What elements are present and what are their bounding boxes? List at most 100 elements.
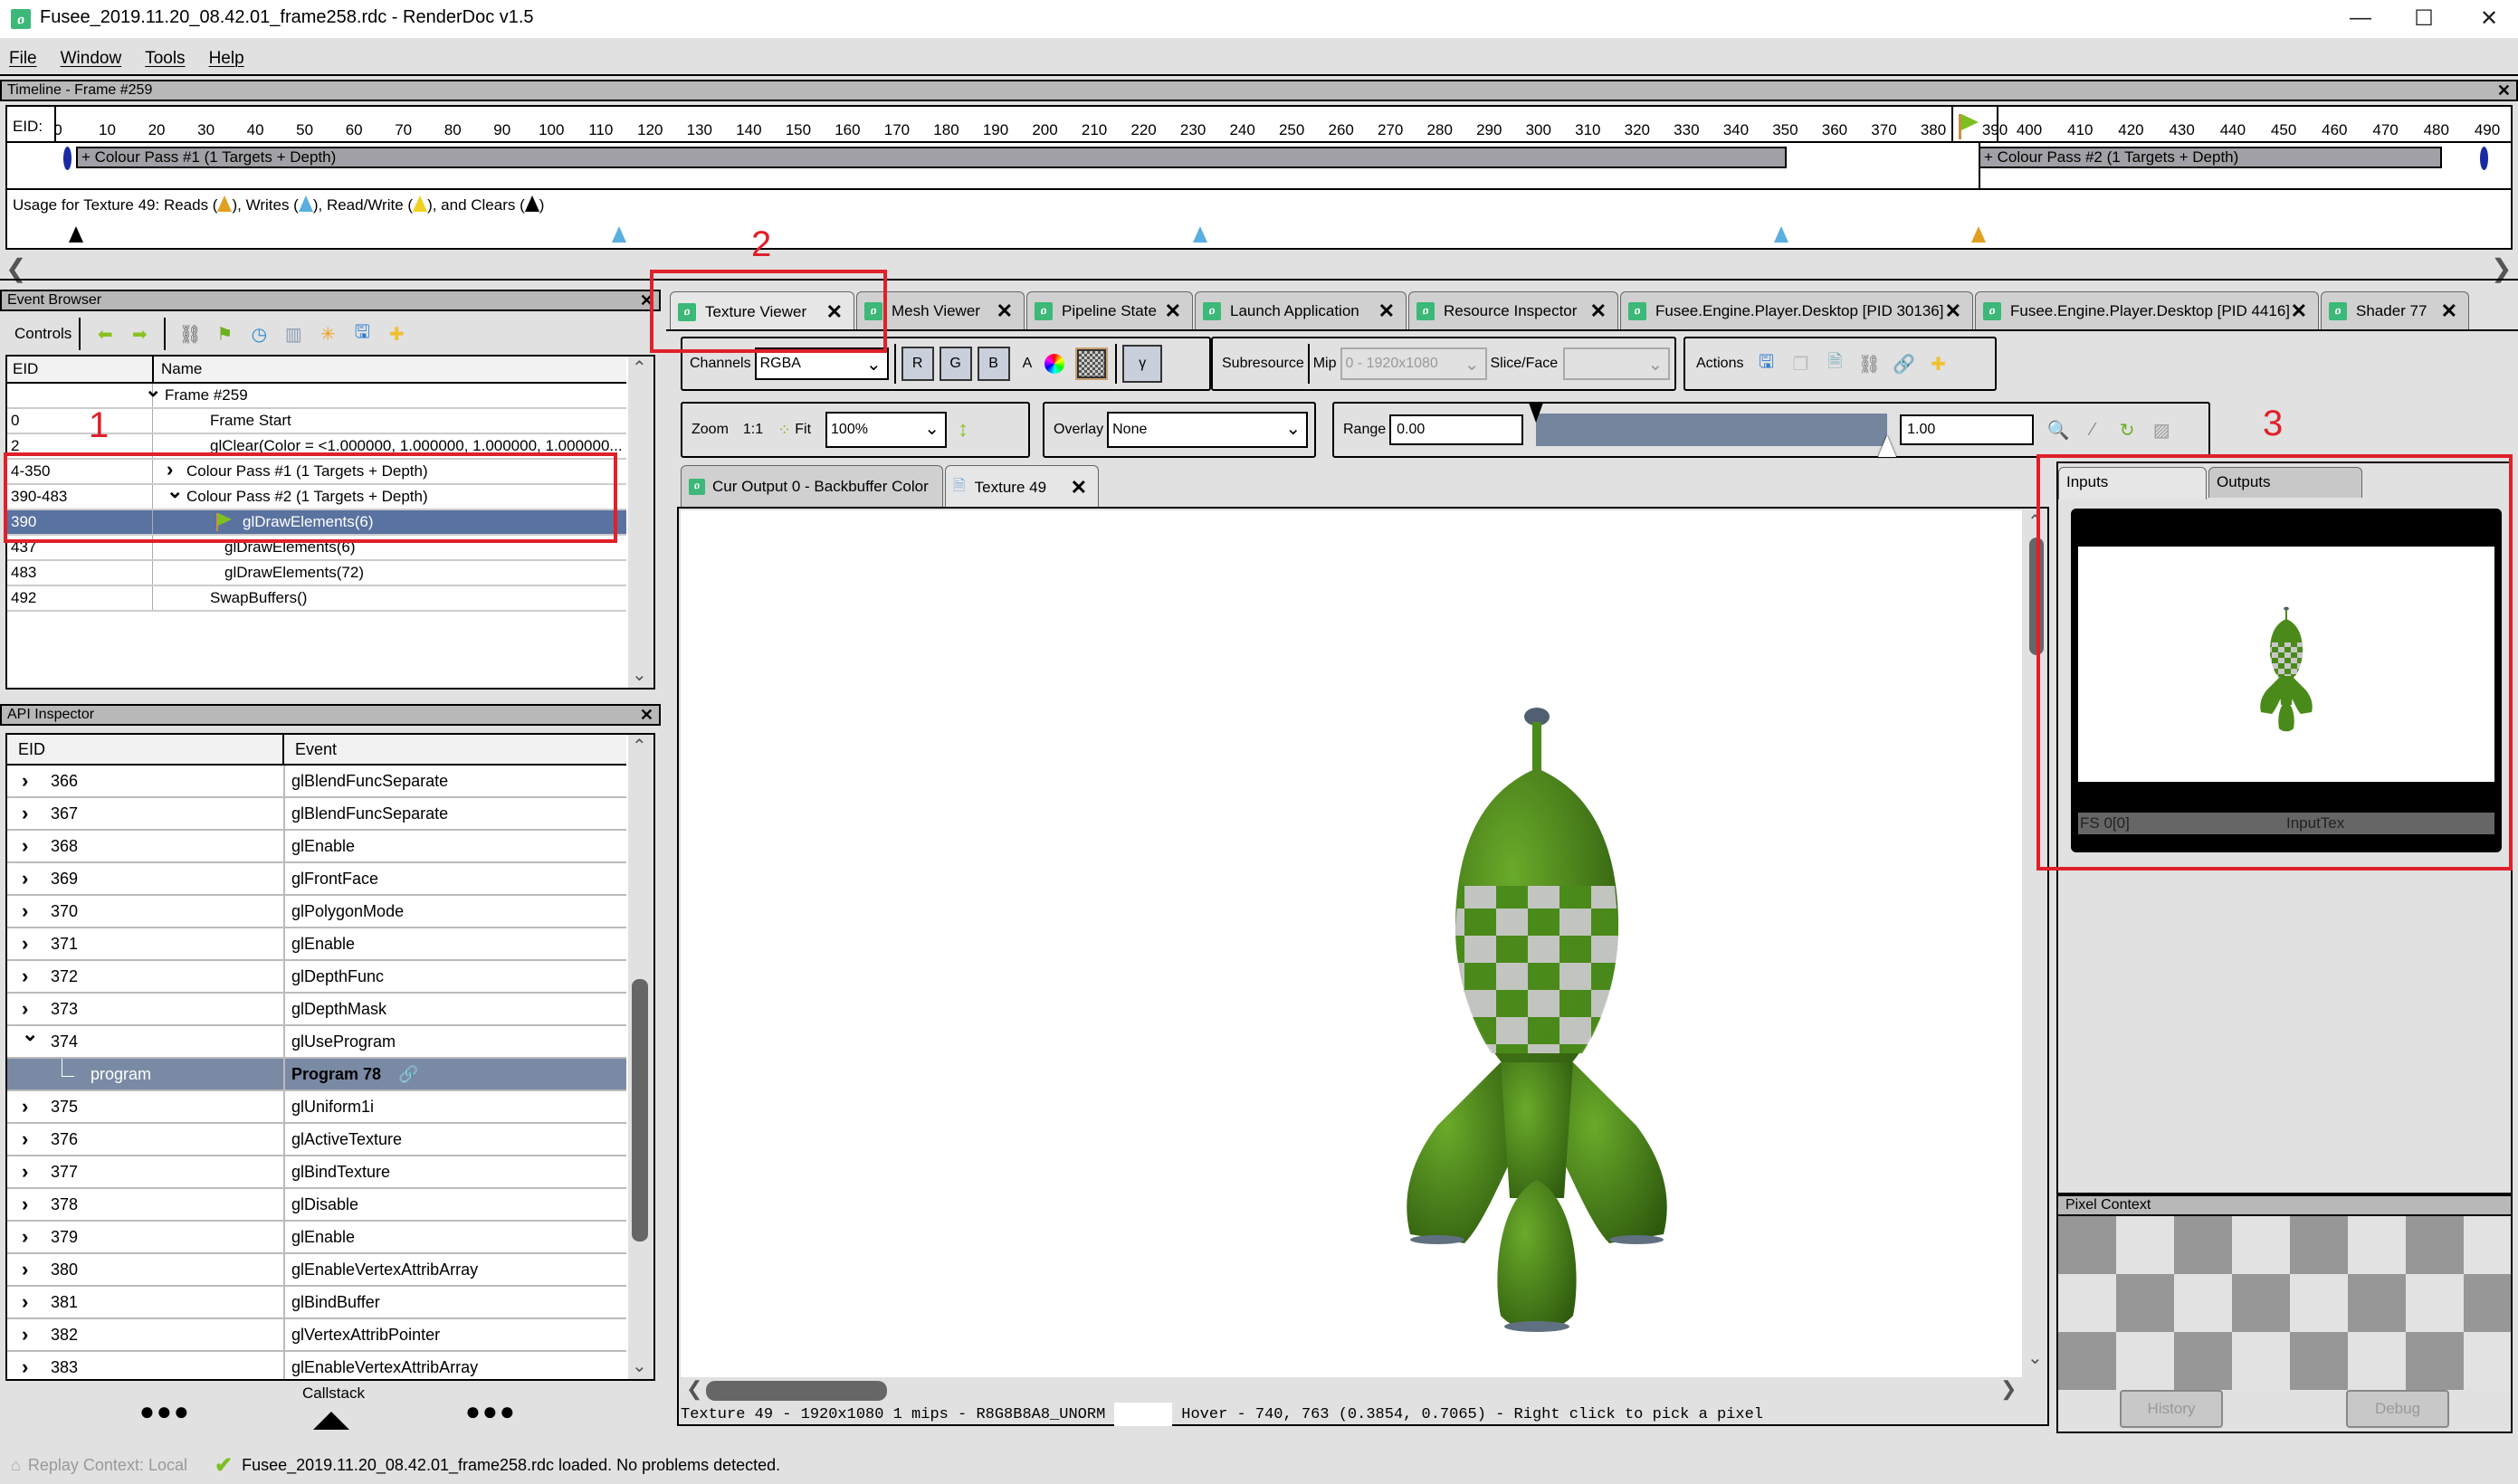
api-call-row[interactable]: › 378 glDisable [7, 1189, 626, 1222]
puzzle-icon[interactable]: ✚ [1926, 352, 1950, 376]
scroll-right-icon[interactable]: ❯ [2000, 1377, 2017, 1401]
pass-bar[interactable]: + Colour Pass #2 (1 Targets + Depth) [1979, 147, 2442, 168]
column-eid[interactable]: EID [18, 735, 45, 764]
checkerboard-toggle-icon[interactable] [1075, 347, 1109, 380]
chevron-right-icon[interactable]: › [22, 1352, 28, 1379]
find-binoculars-icon[interactable]: ⛓ [178, 322, 202, 346]
gamma-toggle[interactable]: γ [1122, 345, 1163, 383]
chevron-right-icon[interactable]: › [22, 766, 28, 796]
resource-link-icon[interactable]: 🔗 [398, 1059, 418, 1089]
chevron-down-icon[interactable]: ⌄ [145, 378, 161, 402]
history-button[interactable]: History [2120, 1390, 2223, 1428]
api-call-row[interactable]: › 376 glActiveTexture [7, 1124, 626, 1156]
event-row-selected[interactable]: 390 glDrawElements(6) [7, 510, 626, 536]
chevron-right-icon[interactable]: › [22, 798, 28, 829]
menu-window[interactable]: Window [61, 49, 122, 69]
tab-resource-inspector[interactable]: ዐ Resource Inspector ✕ [1408, 291, 1618, 329]
channel-r-toggle[interactable]: R [901, 347, 934, 381]
api-call-row[interactable]: › 370 glPolygonMode [7, 896, 626, 928]
usage-marker-write[interactable] [1193, 226, 1207, 243]
texture-hscrollbar[interactable]: ❮ ❯ [681, 1377, 2022, 1403]
tab-pipeline-state[interactable]: ዐ Pipeline State ✕ [1026, 291, 1193, 329]
timing-clock-icon[interactable]: ◷ [247, 322, 271, 346]
chevron-right-icon[interactable]: › [22, 831, 28, 861]
menu-file[interactable]: File [9, 49, 37, 69]
chevron-right-icon[interactable]: › [22, 896, 28, 927]
minimize-button[interactable]: — [2335, 4, 2386, 33]
tab-texture-viewer[interactable]: ዐ Texture Viewer ✕ [670, 291, 854, 331]
range-slider[interactable] [1529, 403, 1897, 457]
tab-cur-output[interactable]: ዐ Cur Output 0 - Backbuffer Color [681, 465, 943, 507]
debug-button[interactable]: Debug [2346, 1390, 2449, 1428]
scrollbar-thumb[interactable] [2029, 537, 2044, 655]
bookmark-flag-icon[interactable]: ⚑ [213, 322, 236, 346]
menu-tools[interactable]: Tools [145, 49, 185, 69]
tab-mesh-viewer[interactable]: ዐ Mesh Viewer ✕ [856, 291, 1025, 329]
api-call-row[interactable]: › 369 glFrontFace [7, 863, 626, 896]
channel-b-toggle[interactable]: B [977, 347, 1010, 381]
chevron-right-icon[interactable]: › [22, 1189, 28, 1220]
tab-fusee-engine-player-desktop-pid-30136[interactable]: ዐ Fusee.Engine.Player.Desktop [PID 30136]… [1620, 291, 1973, 329]
api-call-row[interactable]: › 377 glBindTexture [7, 1156, 626, 1189]
chevron-right-icon[interactable]: › [22, 961, 28, 992]
close-tab-icon[interactable]: ✕ [1378, 300, 1395, 323]
texture-vscrollbar[interactable]: ⌃ ⌄ [2026, 510, 2047, 1377]
zoom-1to1-button[interactable]: 1:1 [743, 422, 763, 438]
timeline-eid-ruler[interactable]: EID: 0 10 20 30 40 50 60 70 80 90 100 110 120 130 140 1… [5, 105, 2513, 143]
chevron-right-icon[interactable]: › [22, 1091, 28, 1122]
color-wheel-icon[interactable] [1044, 354, 1065, 374]
splitter-dots-right-icon[interactable]: ●●● [465, 1397, 517, 1426]
api-call-row[interactable]: ⌄ 374 glUseProgram [7, 1023, 626, 1059]
open-file-icon[interactable]: 🗎 [1823, 352, 1846, 376]
chevron-down-icon[interactable]: ⌄ [22, 1019, 38, 1050]
back-arrow-icon[interactable]: ⬅ [93, 322, 117, 346]
event-row[interactable]: 437 glDrawElements(6) [7, 536, 626, 561]
api-call-row[interactable]: › 379 glEnable [7, 1222, 626, 1254]
pixel-context-view[interactable] [2058, 1216, 2511, 1390]
highlight-asterisk-icon[interactable]: ✳ [316, 322, 339, 346]
scroll-down-icon[interactable]: ⌄ [632, 1355, 647, 1377]
api-call-row[interactable]: › 383 glEnableVertexAttribArray [7, 1352, 626, 1379]
api-call-row[interactable]: › 373 glDepthMask [7, 994, 626, 1026]
api-call-row[interactable]: › 372 glDepthFunc [7, 961, 626, 994]
close-tab-icon[interactable]: ✕ [2291, 300, 2307, 323]
api-param-row[interactable]: program Program 78 🔗 [7, 1059, 626, 1091]
close-window-button[interactable]: ✕ [2464, 4, 2514, 33]
column-name[interactable]: Name [161, 357, 202, 382]
save-icon[interactable]: 🖫 [350, 322, 374, 346]
usage-marker-write[interactable] [612, 226, 626, 243]
mip-dropdown[interactable]: 0 - 1920x1080 ⌄ [1340, 347, 1487, 380]
api-call-row[interactable]: › 367 glBlendFuncSeparate [7, 798, 626, 831]
api-inspector-scrollbar[interactable]: ⌃ ⌄ [628, 735, 653, 1379]
close-tab-icon[interactable]: ✕ [1165, 300, 1181, 323]
timeline-close-icon[interactable]: ✕ [2497, 81, 2511, 100]
close-tab-icon[interactable]: ✕ [2441, 300, 2457, 323]
tab-inputs[interactable]: Inputs [2058, 467, 2207, 499]
filter-icon[interactable]: ▥ [281, 322, 305, 346]
usage-marker-write[interactable] [1774, 226, 1788, 243]
api-call-row[interactable]: › 380 glEnableVertexAttribArray [7, 1254, 626, 1287]
scrollbar-thumb[interactable] [632, 979, 648, 1241]
channel-g-toggle[interactable]: G [939, 347, 972, 381]
splitter-dots-left-icon[interactable]: ●●● [139, 1397, 191, 1426]
scroll-down-icon[interactable]: ⌄ [2027, 1346, 2043, 1369]
tab-outputs[interactable]: Outputs [2208, 467, 2362, 498]
api-call-row[interactable]: › 366 glBlendFuncSeparate [7, 766, 626, 798]
scroll-up-icon[interactable]: ⌃ [632, 735, 647, 757]
zoom-dropdown[interactable]: 100% ⌄ [825, 412, 948, 448]
forward-arrow-icon[interactable]: ➡ [128, 322, 151, 346]
event-browser-close-icon[interactable]: ✕ [640, 291, 653, 309]
chevron-right-icon[interactable]: › [22, 1319, 28, 1350]
chevron-right-icon[interactable]: › [22, 1222, 28, 1252]
save-texture-icon[interactable]: 🖫 [1754, 352, 1778, 376]
close-tab-icon[interactable]: ✕ [997, 300, 1013, 323]
chevron-down-icon[interactable]: ⌄ [167, 480, 183, 503]
tab-fusee-engine-player-desktop-pid-4416[interactable]: ዐ Fusee.Engine.Player.Desktop [PID 4416] ✕ [1975, 291, 2319, 329]
histogram-icon[interactable]: ▨ [2150, 418, 2173, 442]
close-tab-icon[interactable]: ✕ [1945, 300, 1961, 323]
range-min-input[interactable]: 0.00 [1389, 414, 1524, 445]
replay-context-label[interactable]: Replay Context: Local [28, 1456, 187, 1475]
binoculars-icon[interactable]: ⛓ [1857, 352, 1881, 376]
api-call-row[interactable]: › 381 glBindBuffer [7, 1287, 626, 1319]
api-call-row[interactable]: › 375 glUniform1i [7, 1091, 626, 1124]
